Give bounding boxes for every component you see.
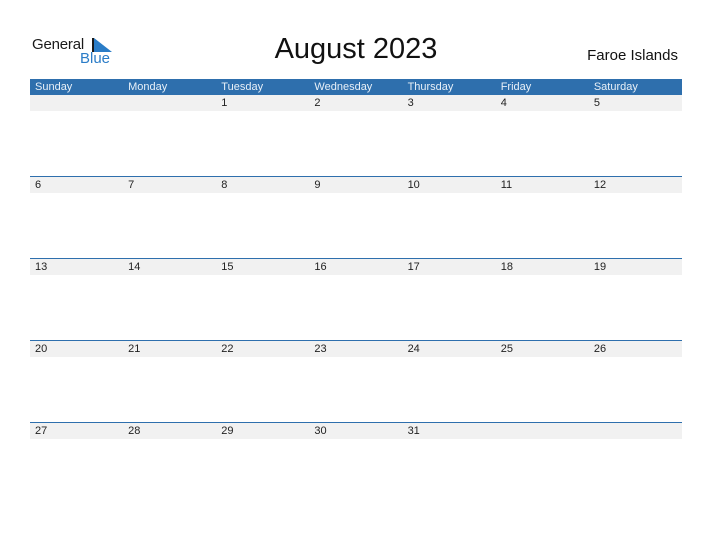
day-cell: 25 [500, 343, 513, 355]
day-cell: 15 [221, 261, 234, 273]
weekday-saturday: Saturday [593, 81, 638, 93]
day-cell: 14 [128, 261, 141, 273]
week-row: 20 21 22 23 24 25 26 [30, 340, 682, 422]
day-cell: 11 [500, 179, 513, 191]
weekday-wednesday: Wednesday [314, 81, 373, 93]
day-cell: 13 [35, 261, 48, 273]
day-cell: 29 [221, 425, 234, 437]
day-cell: 6 [35, 179, 42, 191]
day-cell [589, 423, 682, 439]
day-cell: 27 [35, 425, 48, 437]
week-row: 27 28 29 30 31 [30, 422, 682, 504]
day-cell: 18 [500, 261, 513, 273]
day-cell: 8 [221, 179, 228, 191]
week-row: 6 7 8 9 10 11 12 [30, 176, 682, 258]
day-cell: 2 [314, 97, 321, 109]
day-cell: 17 [407, 261, 420, 273]
weekday-header: Sunday Monday Tuesday Wednesday Thursday… [30, 79, 682, 95]
day-cell: 7 [128, 179, 135, 191]
weekday-friday: Friday [500, 81, 532, 93]
day-number-row: 27 28 29 30 31 [30, 423, 682, 439]
day-cell: 20 [35, 343, 48, 355]
day-cell: 3 [407, 97, 414, 109]
day-cell: 1 [221, 97, 228, 109]
day-cell [123, 95, 216, 111]
day-number-row: 6 7 8 9 10 11 12 [30, 177, 682, 193]
calendar-grid: Sunday Monday Tuesday Wednesday Thursday… [30, 79, 682, 504]
day-cell: 19 [593, 261, 607, 273]
day-cell: 24 [407, 343, 420, 355]
day-cell: 28 [128, 425, 141, 437]
day-cell: 4 [500, 97, 507, 109]
weekday-tuesday: Tuesday [221, 81, 264, 93]
day-cell: 22 [221, 343, 234, 355]
day-cell: 23 [314, 343, 327, 355]
day-cell: 30 [314, 425, 327, 437]
day-cell [30, 95, 123, 111]
country-label: Faroe Islands [587, 47, 678, 64]
day-cell: 16 [314, 261, 327, 273]
weekday-sunday: Sunday [35, 81, 73, 93]
weekday-thursday: Thursday [407, 81, 454, 93]
week-row: 13 14 15 16 17 18 19 [30, 258, 682, 340]
weekday-monday: Monday [128, 81, 168, 93]
day-cell: 10 [407, 179, 420, 191]
day-number-row: 13 14 15 16 17 18 19 [30, 259, 682, 275]
day-cell: 12 [593, 179, 607, 191]
day-cell [496, 423, 589, 439]
day-cell: 21 [128, 343, 141, 355]
day-cell: 9 [314, 179, 321, 191]
day-cell: 31 [407, 425, 420, 437]
day-number-row: 20 21 22 23 24 25 26 [30, 341, 682, 357]
day-number-row: 1 2 3 4 5 [30, 95, 682, 111]
day-cell: 5 [593, 97, 600, 109]
week-row: 1 2 3 4 5 [30, 95, 682, 176]
day-cell: 26 [593, 343, 607, 355]
